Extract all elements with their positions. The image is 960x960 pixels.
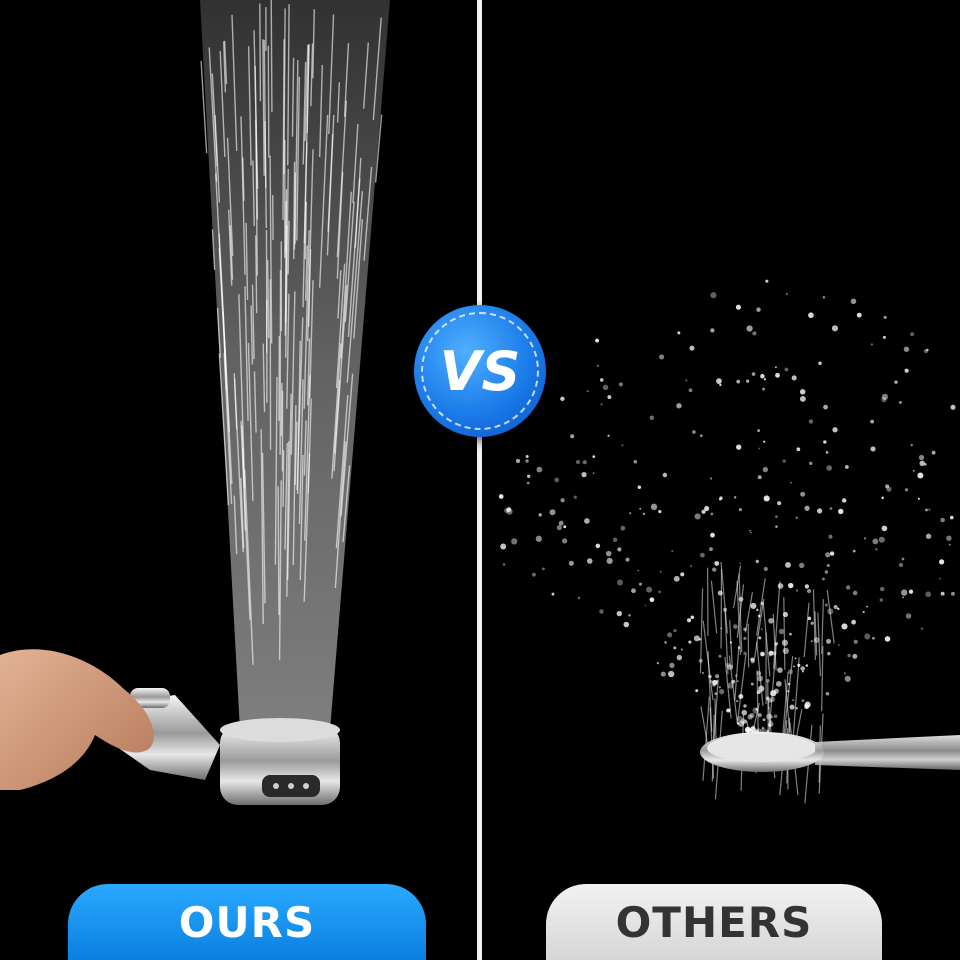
ours-label: OURS (68, 884, 426, 960)
hand (0, 649, 154, 790)
center-divider (477, 0, 482, 960)
others-label-text: OTHERS (615, 897, 813, 947)
vs-badge: VS (414, 305, 546, 437)
ours-water-spray (200, 0, 390, 730)
others-shower-head (700, 732, 960, 772)
others-water-spray (498, 279, 956, 804)
ours-label-text: OURS (178, 897, 316, 947)
comparison-image: VS OURS OTHERS (0, 0, 960, 960)
others-label: OTHERS (546, 884, 882, 960)
vs-text: VS (439, 339, 521, 403)
